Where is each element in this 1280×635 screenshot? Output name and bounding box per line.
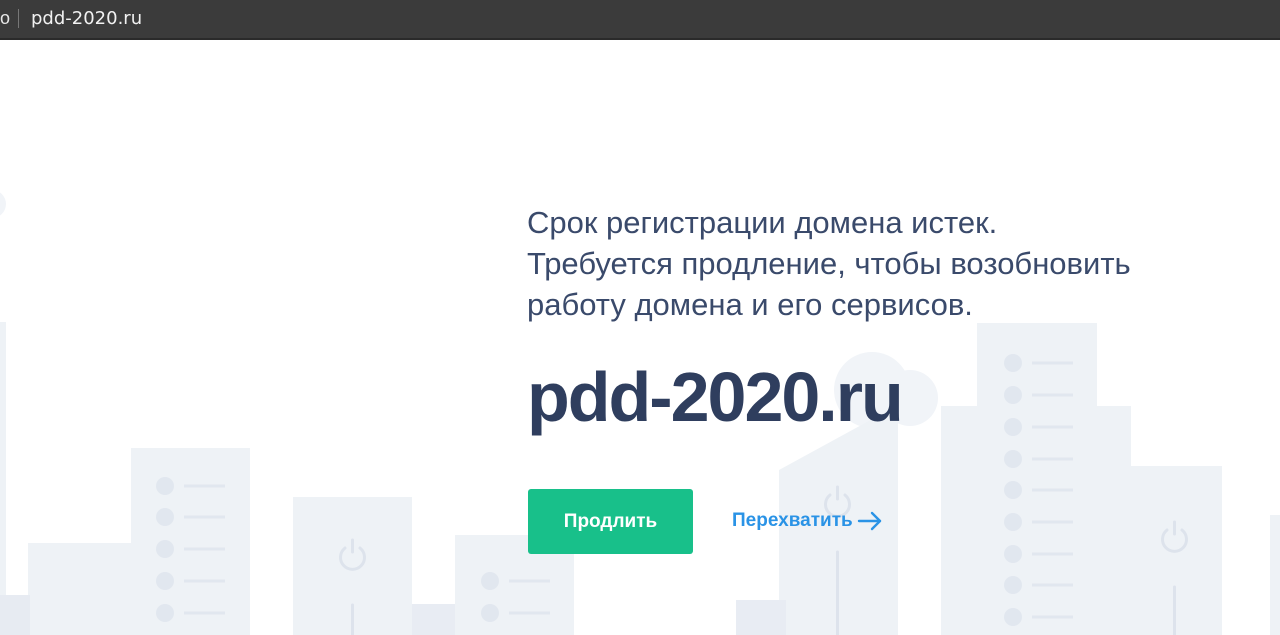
intercept-label: Перехватить xyxy=(732,510,853,531)
separator xyxy=(18,9,19,28)
arrow-right-icon xyxy=(857,511,881,531)
notice-line: работу домена и его сервисов. xyxy=(527,287,973,322)
intercept-link[interactable]: Перехватить xyxy=(732,510,883,532)
tab-fragment[interactable]: o xyxy=(0,8,10,29)
notice-line: Требуется продление, чтобы возобновить xyxy=(527,246,1131,281)
main-area: Срок регистрации домена истек. Требуется… xyxy=(0,40,1280,635)
domain-name: pdd-2020.ru xyxy=(527,358,904,436)
expiry-notice: Срок регистрации домена истек. Требуется… xyxy=(527,202,1267,325)
notice-line: Срок регистрации домена истек. xyxy=(527,205,998,240)
expired-domain-panel: Срок регистрации домена истек. Требуется… xyxy=(527,202,1267,554)
url-text[interactable]: pdd-2020.ru xyxy=(31,8,142,29)
action-bar: Продлить Перехватить xyxy=(527,489,1027,555)
browser-address-bar: o pdd-2020.ru xyxy=(0,0,1280,38)
renew-button[interactable]: Продлить xyxy=(528,489,693,554)
